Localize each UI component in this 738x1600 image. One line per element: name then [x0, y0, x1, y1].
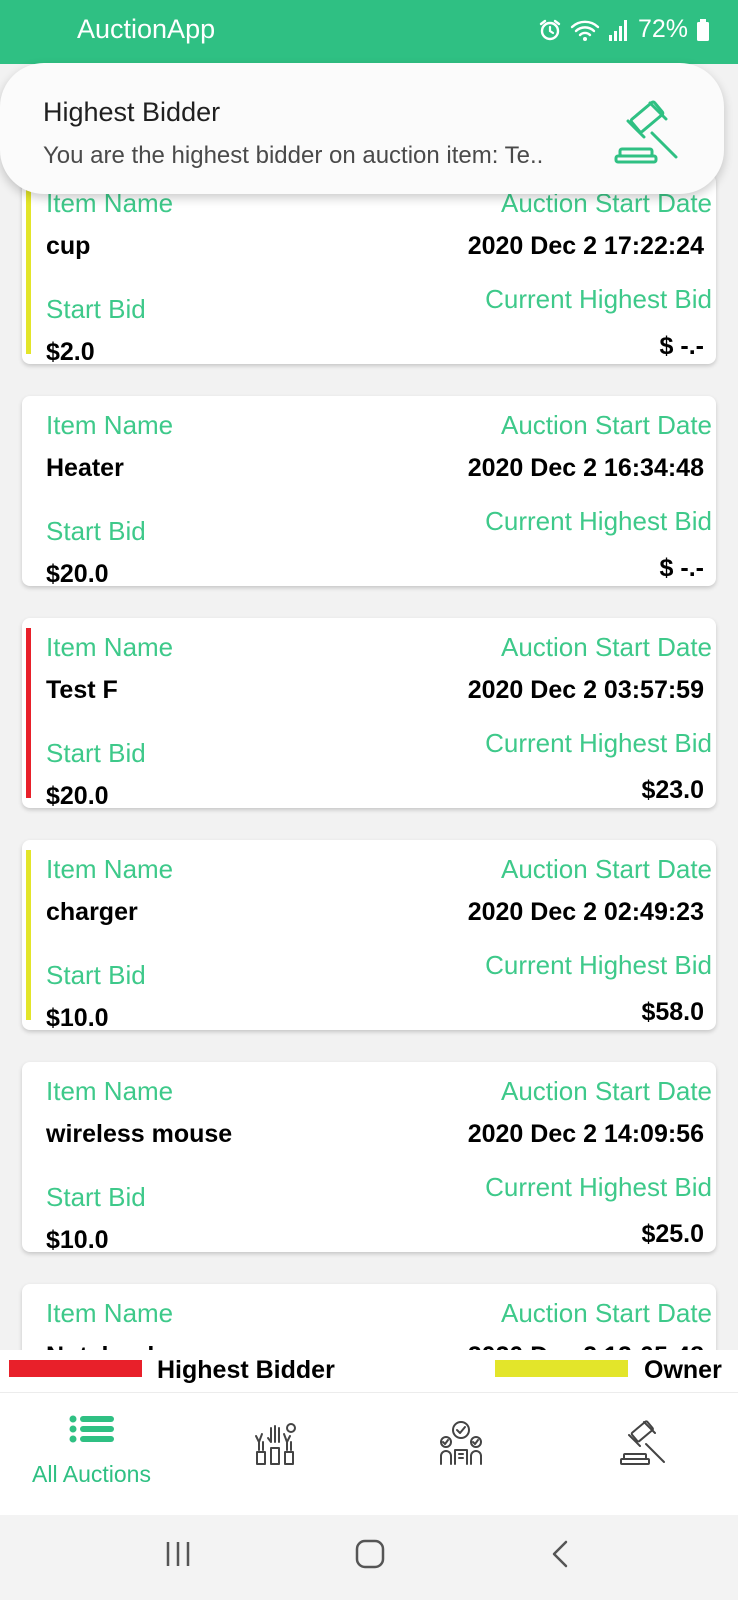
notification-body: You are the highest bidder on auction it… [43, 142, 544, 169]
signal-icon [608, 19, 627, 41]
item-name-value: charger [46, 898, 138, 926]
start-date-label: Auction Start Date [501, 1076, 712, 1106]
start-date-value: 2020 Dec 2 03:57:59 [467, 676, 704, 704]
item-name-value: wireless mouse [46, 1120, 233, 1148]
auction-card[interactable]: Item Name Auction Start Date cup 2020 De… [22, 174, 716, 366]
start-bid-label: Start Bid [46, 738, 146, 768]
system-nav-bar [0, 1515, 738, 1600]
highest-bid-label: Current Highest Bid [485, 728, 712, 758]
item-name-label: Item Name [46, 854, 174, 884]
highest-bid-label: Current Highest Bid [485, 1172, 712, 1202]
start-date-label: Auction Start Date [501, 854, 712, 884]
highest-bidder-legend-label: Highest Bidder [157, 1356, 335, 1384]
list-icon [69, 1415, 114, 1443]
highest-bid-value: $ -.- [659, 554, 704, 582]
item-name-label: Item Name [46, 1076, 174, 1106]
start-bid-value: $20.0 [46, 782, 109, 810]
gavel-icon [614, 100, 678, 164]
tab-sell-item[interactable] [614, 1393, 674, 1516]
start-bid-label: Start Bid [46, 960, 146, 990]
status-icons: 72% [538, 15, 710, 44]
tab-all-auctions[interactable]: All Auctions [20, 1393, 163, 1516]
start-date-value: 2020 Dec 2 16:34:48 [467, 454, 704, 482]
owner-marker [26, 184, 31, 354]
legend: Highest Bidder Owner [0, 1350, 738, 1392]
approval-icon [440, 1421, 482, 1465]
recent-apps-button[interactable] [163, 1539, 193, 1569]
highest-bidder-swatch [9, 1360, 142, 1377]
item-name-label: Item Name [46, 410, 174, 440]
item-name-value: Test F [46, 676, 118, 704]
start-bid-value: $2.0 [46, 338, 95, 366]
auction-card[interactable]: Item Name Auction Start Date charger 202… [22, 840, 716, 1032]
bottom-nav: All Auctions [0, 1392, 738, 1515]
bidding-hands-icon [255, 1423, 296, 1465]
back-button[interactable] [548, 1539, 572, 1569]
tab-approvals[interactable] [431, 1393, 491, 1516]
item-name-label: Item Name [46, 632, 174, 662]
notification-title: Highest Bidder [43, 97, 221, 127]
owner-legend-label: Owner [644, 1356, 722, 1384]
start-date-value: 2020 Dec 2 14:09:56 [467, 1120, 704, 1148]
start-bid-value: $20.0 [46, 560, 109, 588]
start-bid-label: Start Bid [46, 516, 146, 546]
auction-list[interactable]: Item Name Auction Start Date cup 2020 De… [0, 64, 738, 1364]
start-date-value: 2020 Dec 2 17:22:24 [467, 232, 704, 260]
start-bid-value: $10.0 [46, 1004, 109, 1032]
highest-bidder-marker [26, 628, 31, 798]
highest-bid-value: $ -.- [659, 332, 704, 360]
start-date-label: Auction Start Date [501, 632, 712, 662]
highest-bid-value: $25.0 [641, 1220, 704, 1248]
highest-bid-label: Current Highest Bid [485, 284, 712, 314]
wifi-icon [570, 20, 600, 41]
start-date-label: Auction Start Date [501, 410, 712, 440]
highest-bid-label: Current Highest Bid [485, 950, 712, 980]
item-name-value: cup [46, 232, 91, 260]
start-bid-label: Start Bid [46, 294, 146, 324]
highest-bid-label: Current Highest Bid [485, 506, 712, 536]
alarm-icon [539, 19, 561, 40]
battery-icon [697, 18, 709, 41]
highest-bidder-notification[interactable]: Highest Bidder You are the highest bidde… [0, 63, 724, 194]
status-bar: AuctionApp 72% [0, 0, 738, 64]
owner-marker [26, 850, 31, 1020]
auction-card[interactable]: Item Name Auction Start Date wireless mo… [22, 1062, 716, 1254]
start-date-label: Auction Start Date [501, 1298, 712, 1328]
highest-bid-value: $23.0 [641, 776, 704, 804]
start-bid-value: $10.0 [46, 1226, 109, 1254]
tab-all-auctions-label: All Auctions [32, 1461, 151, 1487]
tab-my-bids[interactable] [245, 1393, 305, 1516]
home-button[interactable] [354, 1539, 386, 1569]
auction-card[interactable]: Item Name Auction Start Date Test F 2020… [22, 618, 716, 810]
gavel-icon [620, 1420, 665, 1465]
item-name-label: Item Name [46, 1298, 174, 1328]
auction-card[interactable]: Item Name Auction Start Date Heater 2020… [22, 396, 716, 588]
owner-swatch [495, 1360, 628, 1377]
app-title: AuctionApp [77, 14, 216, 44]
item-name-value: Heater [46, 454, 124, 482]
start-date-value: 2020 Dec 2 02:49:23 [467, 898, 704, 926]
start-bid-label: Start Bid [46, 1182, 146, 1212]
battery-percent: 72% [637, 15, 688, 43]
highest-bid-value: $58.0 [641, 998, 704, 1026]
